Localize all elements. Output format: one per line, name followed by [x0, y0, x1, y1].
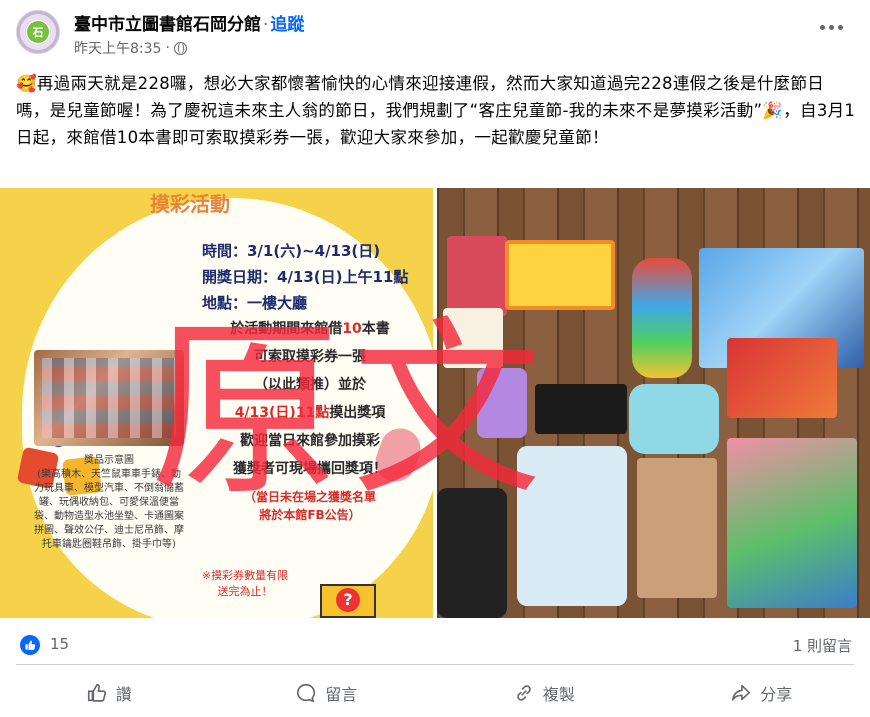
post-timestamp[interactable]: 昨天上午8:35 [74, 38, 161, 58]
poster-body-2: 可索取摸彩券一張 [254, 349, 366, 365]
post-meta: 昨天上午8:35 · [74, 38, 187, 58]
like-count[interactable]: 15 [50, 635, 69, 653]
comment-button[interactable]: 留言 [218, 668, 436, 717]
post-text: 🥰再過兩天就是228囉，想必大家都懷著愉快的心情來迎接連假，然而大家知道過完22… [16, 70, 856, 151]
share-button[interactable]: 分享 [653, 668, 870, 717]
poster-body-3: （以此類推）並於 [254, 377, 366, 393]
poster-title: 摸彩活動 [150, 192, 230, 216]
post-header: 石 臺中市立圖書館石岡分館 · 追蹤 昨天上午8:35 · [0, 0, 870, 64]
poster-body-5: 歡迎當日來館參加摸彩 [240, 433, 380, 449]
party-popper-emoji: 🎉 [762, 101, 784, 120]
page-name-line: 臺中市立圖書館石岡分館 · 追蹤 [74, 10, 304, 35]
prize-sample-caption: 獎品示意圖 (樂高積木、天竺鼠車車手錶、動力玩具車、模型汽車、不倒翁儲蓄罐、玩偶… [34, 455, 184, 550]
toy-box [505, 240, 615, 310]
prizes-photo-image[interactable] [437, 188, 870, 618]
action-bar: 讚 留言 複製 分享 [0, 668, 870, 717]
divider [16, 664, 854, 665]
poster-time: 時間：3/1(六)~4/13(日) [202, 242, 381, 260]
avatar-logo: 石 [27, 21, 49, 43]
page-name-link[interactable]: 臺中市立圖書館石岡分館 [74, 15, 261, 35]
dot-separator: · [165, 40, 170, 56]
share-arrow-icon [732, 684, 751, 701]
event-poster-image[interactable]: 摸彩活動 時間：3/1(六)~4/13(日) 開獎日期：4/13(日)上午11點… [0, 188, 433, 618]
plush-toy [629, 384, 719, 454]
smile-hearts-emoji: 🥰 [16, 74, 37, 93]
like-button[interactable]: 讚 [0, 668, 218, 717]
poster-place: 地點：一樓大廳 [202, 294, 308, 312]
toy-figure [632, 258, 692, 378]
globe-icon [173, 41, 187, 55]
puzzle-box [727, 438, 857, 608]
poster-body-6: 獲獎者可現場攜回獎項！ [233, 461, 387, 477]
poster-body-1: 於活動期間來館借10本書 [230, 321, 390, 337]
toy-figure [477, 368, 527, 438]
name-separator: · [263, 15, 269, 35]
page-avatar[interactable]: 石 [16, 10, 60, 54]
toy-package [517, 446, 627, 606]
comment-count[interactable]: 1 則留言 [793, 635, 852, 656]
poster-limit-1: ※摸彩券數量有限 [201, 569, 289, 582]
poster-draw-date: 開獎日期：4/13(日)上午11點 [202, 268, 409, 286]
poster-note-2: 將於本館FB公告） [259, 508, 361, 522]
copy-button[interactable]: 複製 [435, 668, 653, 717]
follow-button[interactable]: 追蹤 [270, 15, 304, 35]
comment-bubble-icon [297, 683, 316, 702]
copy-label: 複製 [542, 684, 575, 704]
like-reaction-icon[interactable] [20, 635, 40, 655]
poster-limit-2: 送完為止！ [217, 585, 273, 598]
like-label: 讚 [115, 684, 132, 704]
toy-box [447, 236, 507, 316]
more-options-icon[interactable] [820, 22, 844, 32]
prize-sample-photo [34, 350, 184, 446]
poster-body-4: 4/13(日)11點摸出獎項 [234, 405, 386, 421]
thumbs-up-icon [87, 683, 106, 702]
toy-box [535, 384, 627, 434]
post-text-main: 再過兩天就是228囉，想必大家都懷著愉快的心情來迎接連假，然而大家知道過完228… [16, 74, 825, 120]
post-images[interactable]: 摸彩活動 時間：3/1(六)~4/13(日) 開獎日期：4/13(日)上午11點… [0, 188, 870, 618]
toy-bag [437, 488, 507, 618]
toy-box [443, 308, 503, 368]
toy-package [637, 458, 717, 598]
comment-label: 留言 [325, 684, 358, 704]
poster-note-1: （當日未在場之獲獎名單 [243, 490, 376, 504]
question-mark-icon: ? [336, 588, 360, 612]
reactions-bar: 15 1 則留言 [0, 626, 870, 666]
share-label: 分享 [760, 684, 793, 704]
puzzle-box [727, 338, 837, 418]
link-icon [516, 684, 531, 701]
